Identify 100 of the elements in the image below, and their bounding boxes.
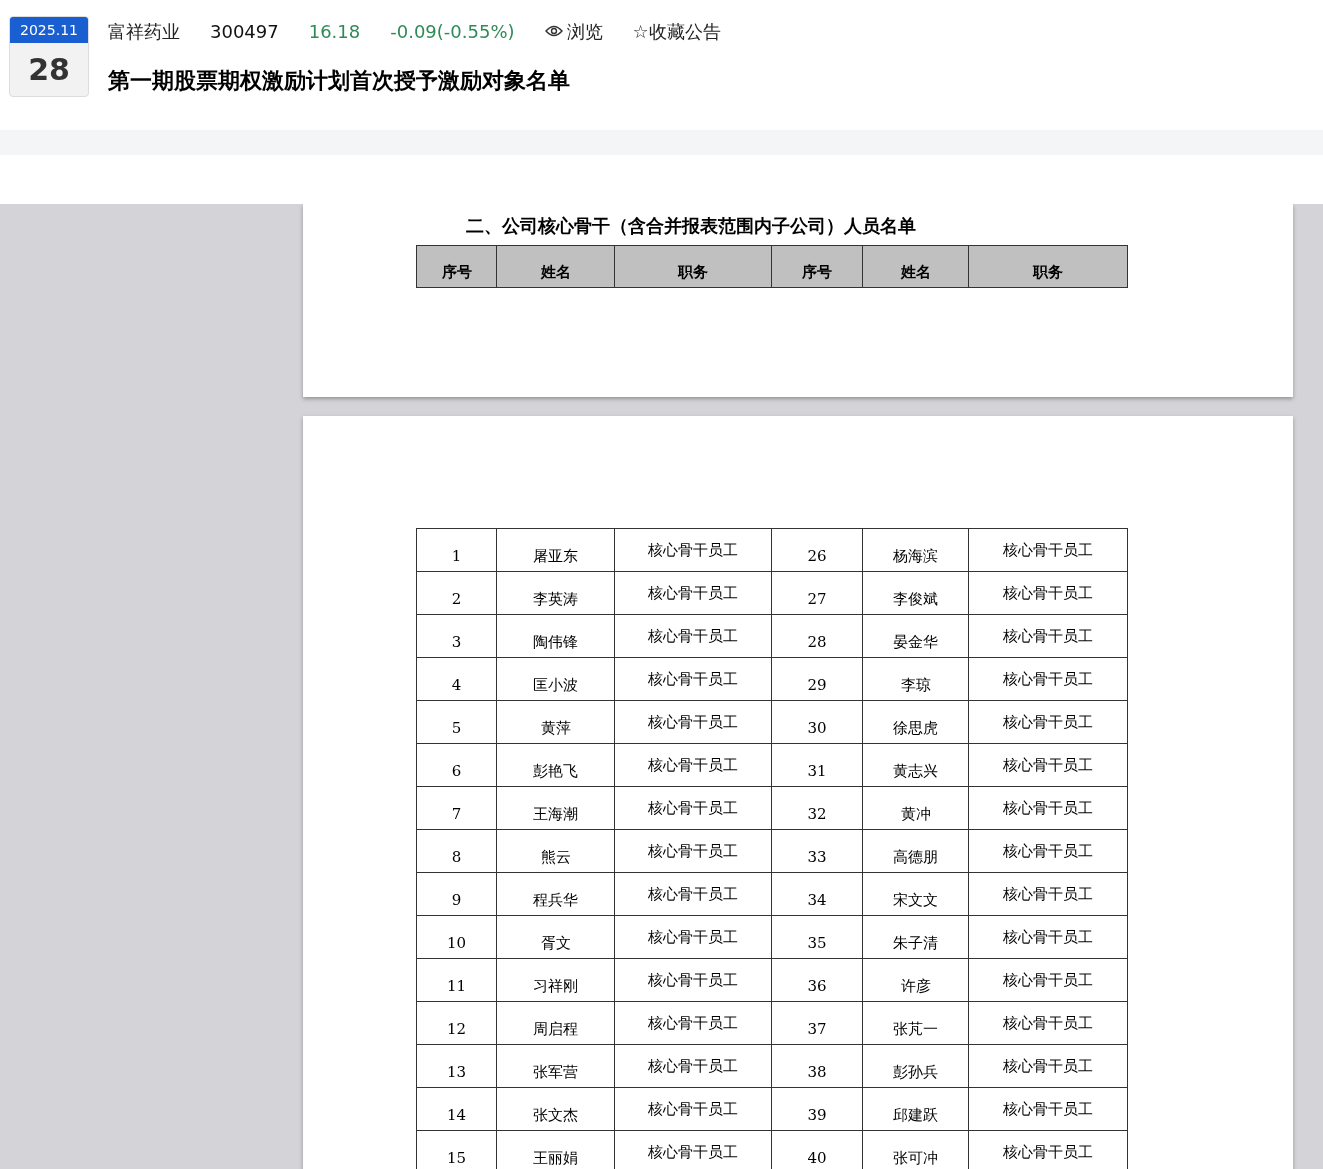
table-cell: 高德朋 bbox=[863, 830, 969, 872]
table-cell: 39 bbox=[772, 1088, 863, 1130]
section-title: 二、公司核心骨干（含合并报表范围内子公司）人员名单 bbox=[466, 214, 916, 238]
table-cell: 熊云 bbox=[497, 830, 615, 872]
table-cell: 许彦 bbox=[863, 959, 969, 1001]
table-cell: 朱子清 bbox=[863, 916, 969, 958]
table-cell-text: 核心骨干员工 bbox=[1002, 712, 1094, 733]
table-cell-text: 核心骨干员工 bbox=[1002, 841, 1094, 862]
table-cell: 李琼 bbox=[863, 658, 969, 700]
table-cell: 36 bbox=[772, 959, 863, 1001]
table-cell: 邱建跃 bbox=[863, 1088, 969, 1130]
announcement-title: 第一期股票期权激励计划首次授予激励对象名单 bbox=[108, 67, 571, 95]
date-day: 28 bbox=[10, 43, 88, 96]
table-cell: 晏金华 bbox=[863, 615, 969, 657]
column-header: 姓名 bbox=[863, 246, 969, 287]
table-cell-text: 核心骨干员工 bbox=[1002, 626, 1094, 647]
column-header: 姓名 bbox=[497, 246, 615, 287]
table-cell: 35 bbox=[772, 916, 863, 958]
table-cell-text: 核心骨干员工 bbox=[1002, 1056, 1094, 1077]
column-header: 职务 bbox=[1032, 261, 1064, 283]
table-cell: 宋文文 bbox=[863, 873, 969, 915]
table-cell: 37 bbox=[772, 1002, 863, 1044]
table-cell: 14 bbox=[417, 1088, 497, 1130]
table-cell: 核心骨干员工 bbox=[615, 615, 772, 657]
table-cell: 30 bbox=[772, 701, 863, 743]
table-cell: 黄萍 bbox=[497, 701, 615, 743]
table-cell-text: 核心骨干员工 bbox=[1002, 669, 1094, 690]
table-cell: 15 bbox=[417, 1131, 497, 1169]
column-header: 序号 bbox=[417, 246, 497, 287]
company-name[interactable]: 富祥药业 bbox=[108, 17, 180, 45]
table-cell: 黄志兴 bbox=[863, 744, 969, 786]
table-cell: 1 bbox=[417, 529, 497, 571]
table-cell: 核心骨干员工 bbox=[615, 1045, 772, 1087]
table-cell: 徐思虎 bbox=[863, 701, 969, 743]
table-cell: 13 bbox=[417, 1045, 497, 1087]
table-cell-text: 核心骨干员工 bbox=[1002, 583, 1094, 604]
table-cell: 32 bbox=[772, 787, 863, 829]
table-cell: 4 bbox=[417, 658, 497, 700]
table-cell: 核心骨干员工 bbox=[615, 1002, 772, 1044]
date-month: 2025.11 bbox=[10, 17, 88, 43]
table-cell: 核心骨干员工 bbox=[615, 959, 772, 1001]
table-cell: 12 bbox=[417, 1002, 497, 1044]
table-cell: 核心骨干员工 bbox=[615, 916, 772, 958]
table-cell: 5 bbox=[417, 701, 497, 743]
table-cell: 屠亚东 bbox=[497, 529, 615, 571]
table-cell-text: 核心骨干员工 bbox=[1002, 798, 1094, 819]
table-cell: 核心骨干员工 bbox=[615, 873, 772, 915]
table-cell: 9 bbox=[417, 873, 497, 915]
table-cell: 匡小波 bbox=[497, 658, 615, 700]
table-cell: 核心骨干员工 bbox=[615, 658, 772, 700]
favorite-button[interactable]: ☆收藏公告 bbox=[632, 17, 721, 45]
table-cell-text: 核心骨干员工 bbox=[1002, 1013, 1094, 1034]
table-cell: 40 bbox=[772, 1131, 863, 1169]
table-cell-text: 核心骨干员工 bbox=[1002, 970, 1094, 991]
table-cell: 33 bbox=[772, 830, 863, 872]
table-cell: 6 bbox=[417, 744, 497, 786]
table-cell-text: 核心骨干员工 bbox=[1002, 884, 1094, 905]
browse-button[interactable]: 浏览 bbox=[544, 17, 603, 45]
table-cell: 29 bbox=[772, 658, 863, 700]
table-cell: 26 bbox=[772, 529, 863, 571]
table-cell: 8 bbox=[417, 830, 497, 872]
table-cell-text: 核心骨干员工 bbox=[1002, 1099, 1094, 1120]
table-cell: 核心骨干员工 bbox=[615, 529, 772, 571]
table-cell: 胥文 bbox=[497, 916, 615, 958]
table-cell: 11 bbox=[417, 959, 497, 1001]
column-header: 序号 bbox=[772, 246, 863, 287]
table-cell: 27 bbox=[772, 572, 863, 614]
table-cell: 38 bbox=[772, 1045, 863, 1087]
table-cell: 张军营 bbox=[497, 1045, 615, 1087]
price-change: -0.09(-0.55%) bbox=[390, 19, 515, 44]
table-cell-text: 核心骨干员工 bbox=[1002, 540, 1094, 561]
table-cell: 31 bbox=[772, 744, 863, 786]
table-cell: 彭艳飞 bbox=[497, 744, 615, 786]
table-cell: 程兵华 bbox=[497, 873, 615, 915]
table-cell: 34 bbox=[772, 873, 863, 915]
table-cell: 3 bbox=[417, 615, 497, 657]
table-cell: 李俊斌 bbox=[863, 572, 969, 614]
column-header: 职务 bbox=[615, 246, 772, 287]
table-cell: 王海潮 bbox=[497, 787, 615, 829]
table-cell-text: 核心骨干员工 bbox=[1002, 755, 1094, 776]
table-cell: 核心骨干员工 bbox=[615, 1088, 772, 1130]
table-cell-text: 核心骨干员工 bbox=[1002, 927, 1094, 948]
table-cell: 张文杰 bbox=[497, 1088, 615, 1130]
table-cell: 陶伟锋 bbox=[497, 615, 615, 657]
table-cell: 彭孙兵 bbox=[863, 1045, 969, 1087]
table-cell: 周启程 bbox=[497, 1002, 615, 1044]
table-cell: 张芃一 bbox=[863, 1002, 969, 1044]
table-cell: 10 bbox=[417, 916, 497, 958]
table-cell: 28 bbox=[772, 615, 863, 657]
table-cell: 7 bbox=[417, 787, 497, 829]
table-cell: 李英涛 bbox=[497, 572, 615, 614]
table-cell: 核心骨干员工 bbox=[615, 830, 772, 872]
stock-price: 16.18 bbox=[308, 19, 361, 44]
table-cell: 核心骨干员工 bbox=[615, 572, 772, 614]
table-cell: 核心骨干员工 bbox=[615, 1131, 772, 1169]
table-cell-text: 核心骨干员工 bbox=[1002, 1142, 1094, 1163]
table-cell: 核心骨干员工 bbox=[615, 701, 772, 743]
eye-icon bbox=[544, 25, 563, 37]
table-cell: 核心骨干员工 bbox=[615, 744, 772, 786]
table-cell: 王丽娟 bbox=[497, 1131, 615, 1169]
